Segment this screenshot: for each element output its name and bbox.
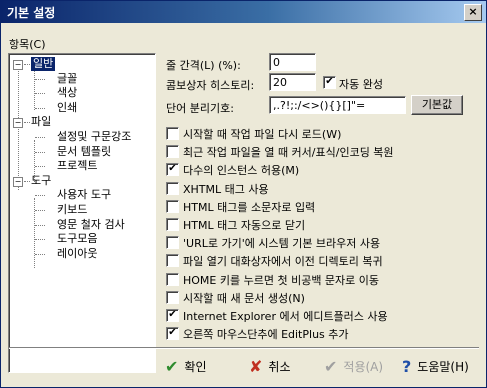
tree-line xyxy=(35,210,45,211)
cancel-button[interactable]: ✘ 취소 xyxy=(249,353,291,379)
tree-line xyxy=(35,224,45,226)
tree-category[interactable]: 파일 xyxy=(31,115,51,129)
option-checkbox[interactable] xyxy=(166,181,179,195)
tree-line xyxy=(24,180,30,182)
apply-label: 적용(A) xyxy=(343,359,384,374)
tree-line xyxy=(34,198,35,268)
option-label: Internet Explorer 에서 에디트플러스 사용 xyxy=(183,310,388,323)
title-bar[interactable]: 기본 설정 × xyxy=(1,1,486,23)
help-icon: ? xyxy=(402,356,412,376)
tree-line xyxy=(24,64,30,65)
option-checkbox[interactable]: ✔ xyxy=(166,309,179,322)
combo-history-input[interactable]: 20 xyxy=(269,73,316,91)
tree-line xyxy=(35,107,45,109)
auto-complete-checkbox[interactable]: ✔ xyxy=(323,76,336,89)
option-label: XHTML 태그 사용 xyxy=(183,182,269,196)
close-button[interactable]: × xyxy=(464,4,482,21)
option-checkbox[interactable] xyxy=(166,272,179,286)
default-button[interactable]: 기본값 xyxy=(411,95,463,115)
word-delimiter-label: 단어 분리기호: xyxy=(166,102,234,115)
option-checkbox[interactable] xyxy=(166,236,179,250)
tree-line xyxy=(35,151,45,153)
line-spacing-input[interactable]: 0 xyxy=(269,53,316,71)
option-checkbox[interactable] xyxy=(166,127,179,140)
tree-item[interactable]: 도구모음 xyxy=(57,232,97,246)
tree-item[interactable]: 사용자 도구 xyxy=(57,188,111,202)
option-checkbox[interactable]: ✔ xyxy=(166,163,179,177)
option-label: 시작할 때 새 문서 생성(N) xyxy=(183,291,305,305)
preferences-dialog: 기본 설정 × 항목(C) − 일반 글꼴 색상 인쇄 − 파일 설정및 구문강조 문서 템플릿… xyxy=(0,0,487,388)
tree-item[interactable]: 프로젝트 xyxy=(57,159,97,173)
check-icon: ✔ xyxy=(165,356,179,376)
ok-button[interactable]: ✔ 확인 xyxy=(165,353,207,379)
option-label: 'URL로 가기'에 시스템 기본 브라우저 사용 xyxy=(183,237,381,251)
tree-item[interactable]: 색상 xyxy=(57,86,77,100)
option-label: 시작할 때 작업 파일 다시 로드(W) xyxy=(183,128,342,141)
option-label: 오른쪽 마우스단추에 EditPlus 추가 xyxy=(183,328,349,342)
tree-item[interactable]: 키보드 xyxy=(57,203,87,217)
option-checkbox[interactable] xyxy=(166,199,179,213)
tree-expand-icon[interactable]: − xyxy=(13,60,23,70)
tree-line xyxy=(35,93,45,95)
tree-category[interactable]: 도구 xyxy=(31,174,51,188)
tree-item[interactable]: 설정및 구문강조 xyxy=(57,130,131,144)
option-checkbox[interactable] xyxy=(166,290,179,304)
category-tree[interactable]: − 일반 글꼴 색상 인쇄 − 파일 설정및 구문강조 문서 템플릿 프로젝트 − 도구 사용자 도구 키… xyxy=(8,53,156,373)
combo-history-label: 콤보상자 히스토리: xyxy=(166,79,255,92)
word-delimiter-input[interactable]: ,.?!;:/<>(){}[]"= xyxy=(269,96,406,114)
option-label: HTML 태그 자동으로 닫기 xyxy=(183,219,306,232)
option-checkbox[interactable]: ✔ xyxy=(166,327,179,341)
tree-line xyxy=(35,253,45,255)
option-checkbox[interactable] xyxy=(166,145,179,159)
tree-line xyxy=(35,166,45,168)
option-label: 파일 열기 대화상자에서 이전 디렉토리 복귀 xyxy=(183,255,383,269)
tree-line xyxy=(35,195,45,197)
option-checkbox[interactable] xyxy=(166,254,179,268)
option-checkbox[interactable] xyxy=(166,218,179,231)
tree-expand-icon[interactable]: − xyxy=(13,118,23,129)
option-label: HOME 키를 누르면 첫 비공백 문자로 이동 xyxy=(183,273,380,287)
tree-expand-icon[interactable]: − xyxy=(13,176,23,187)
window-title: 기본 설정 xyxy=(7,6,56,20)
tree-category[interactable]: 일반 xyxy=(31,57,56,71)
apply-button[interactable]: ✔ 적용(A) xyxy=(324,353,383,379)
line-spacing-label: 줄 간격(L) (%): xyxy=(166,59,241,72)
cross-icon: ✘ xyxy=(249,356,263,376)
tree-line xyxy=(35,239,45,241)
help-button[interactable]: ? 도움말(H) xyxy=(402,353,469,379)
tree-item[interactable]: 문서 템플릿 xyxy=(57,145,111,159)
tree-item[interactable]: 글꼴 xyxy=(57,72,77,86)
tree-item[interactable]: 레이아웃 xyxy=(57,247,97,261)
category-label: 항목(C) xyxy=(9,38,46,51)
tree-item[interactable]: 영문 철자 검사 xyxy=(57,218,125,232)
auto-complete-label: 자동 완성 xyxy=(339,78,383,91)
check-icon: ✔ xyxy=(324,356,338,376)
ok-label: 확인 xyxy=(184,359,207,374)
option-label: 다수의 인스턴스 허용(M) xyxy=(183,164,300,178)
tree-line xyxy=(35,137,45,138)
option-label: 최근 작업 파일을 열 때 커서/표식/인코딩 복원 xyxy=(183,146,394,160)
tree-line xyxy=(24,122,30,124)
option-label: HTML 태그를 소문자로 입력 xyxy=(183,200,316,214)
tree-line xyxy=(35,78,45,80)
cancel-label: 취소 xyxy=(268,359,291,374)
button-separator xyxy=(9,347,479,349)
tree-item[interactable]: 인쇄 xyxy=(57,101,77,115)
help-label: 도움말(H) xyxy=(417,359,469,374)
tree-line xyxy=(34,68,35,110)
